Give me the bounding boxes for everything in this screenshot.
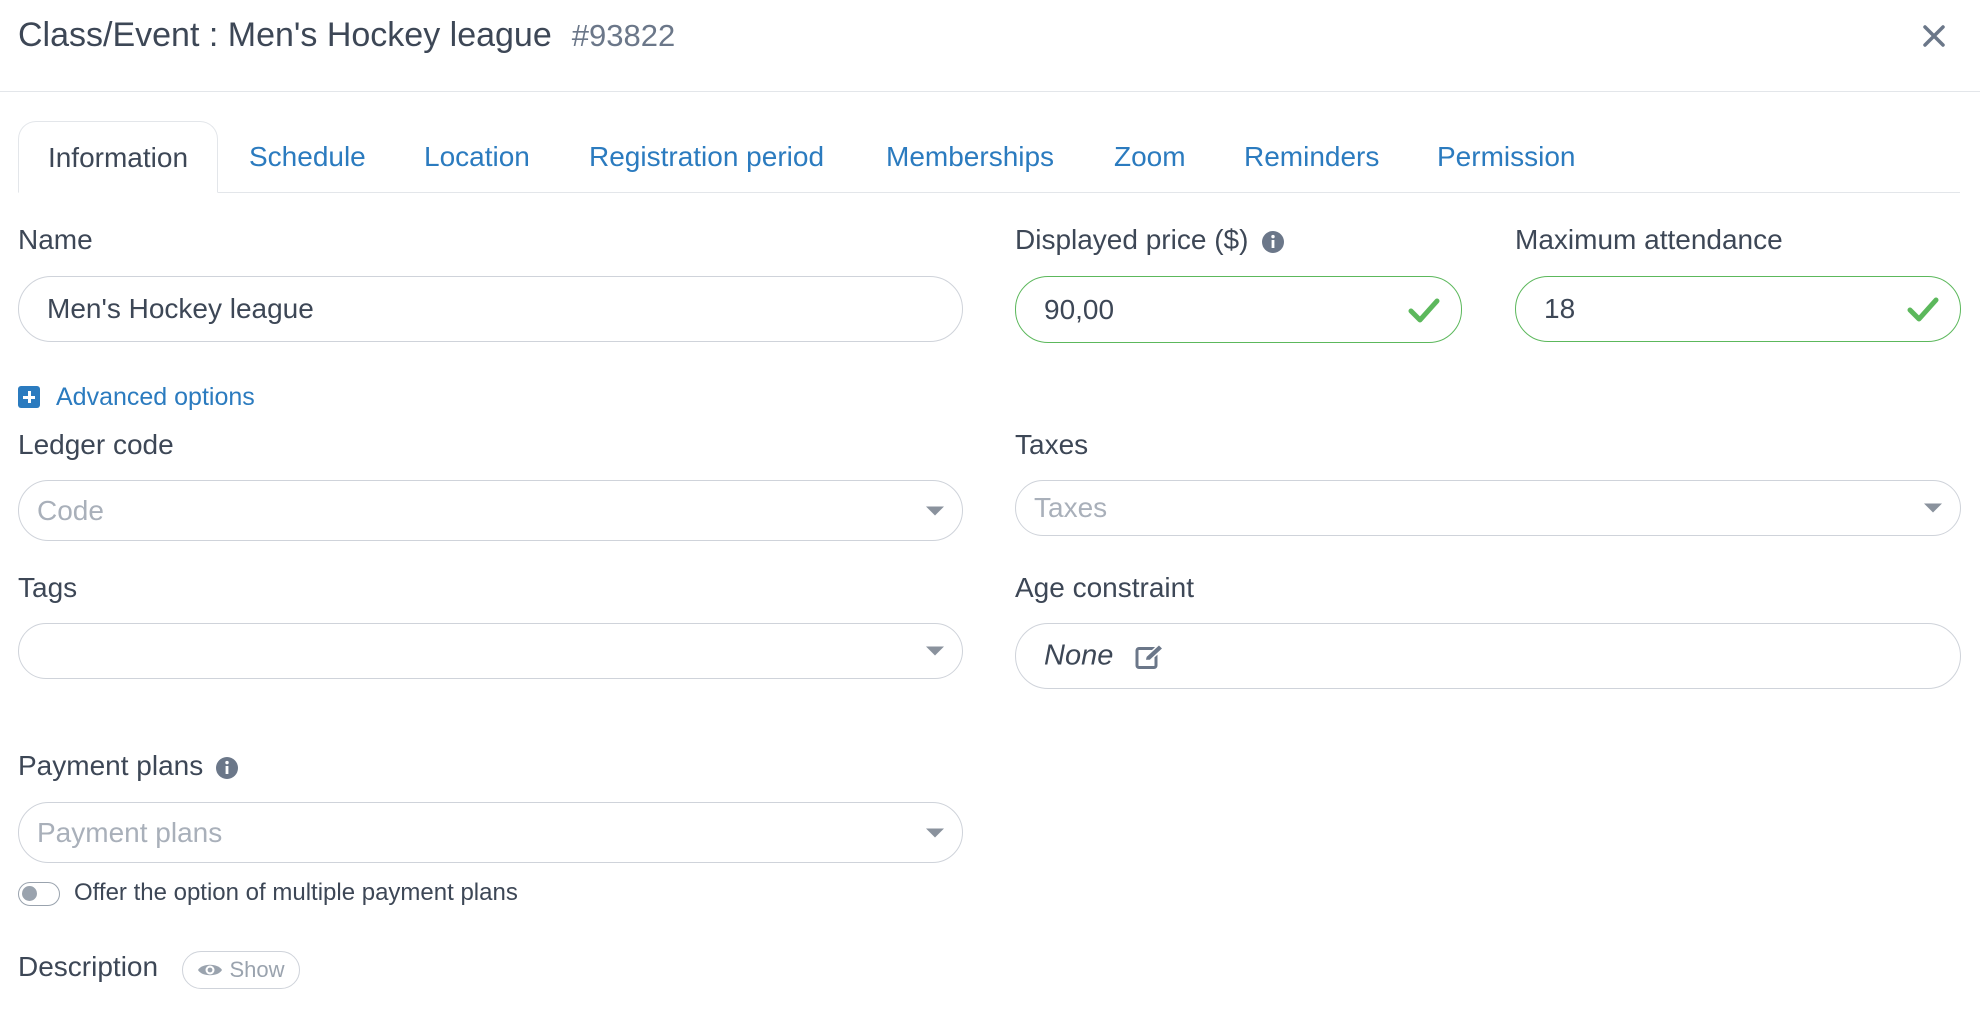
eye-icon [198, 964, 223, 976]
info-icon[interactable] [1261, 230, 1285, 254]
tags-label: Tags [18, 572, 78, 603]
plus-square-icon [18, 386, 40, 408]
ledger-code-label: Ledger code [18, 429, 174, 460]
check-icon [1408, 298, 1440, 322]
edit-icon[interactable] [1135, 642, 1165, 670]
toggle-knob [22, 886, 37, 901]
modal-header: Class/Event : Men's Hockey league #93822 [0, 0, 1980, 92]
tab-bar: Information Schedule Location Registrati… [18, 121, 1960, 193]
name-label: Name [18, 224, 93, 255]
price-input[interactable]: 90,00 [1015, 276, 1462, 343]
payment-plans-label: Payment plans [18, 750, 204, 781]
tab-registration-period[interactable]: Registration period [589, 121, 824, 193]
record-id: #93822 [571, 18, 676, 53]
age-constraint-label: Age constraint [1015, 572, 1194, 603]
close-button[interactable] [1914, 16, 1954, 56]
max-attendance-input[interactable]: 18 [1515, 276, 1961, 342]
tab-zoom[interactable]: Zoom [1114, 121, 1186, 193]
name-value: Men's Hockey league [47, 293, 314, 324]
payment-plans-placeholder: Payment plans [37, 816, 223, 848]
advanced-options-toggle[interactable]: Advanced options [18, 382, 255, 412]
age-constraint-value-wrap: None [1044, 640, 1165, 673]
modal-title-text: Class/Event : Men's Hockey league [18, 16, 552, 54]
chevron-down-icon [926, 828, 944, 837]
price-label: Displayed price ($) [1015, 224, 1249, 255]
close-icon [1923, 25, 1945, 47]
tab-reminders[interactable]: Reminders [1244, 121, 1379, 193]
chevron-down-icon [926, 506, 944, 515]
age-constraint-field[interactable]: None [1015, 623, 1961, 689]
max-attendance-label: Maximum attendance [1515, 224, 1783, 255]
check-icon [1907, 297, 1939, 322]
age-constraint-value: None [1044, 639, 1114, 672]
tab-information[interactable]: Information [18, 121, 218, 193]
modal-title: Class/Event : Men's Hockey league #93822 [18, 16, 675, 55]
info-icon[interactable] [215, 756, 239, 780]
tags-select[interactable] [18, 623, 963, 679]
price-value: 90,00 [1044, 293, 1115, 325]
description-label: Description [18, 951, 159, 982]
ledger-code-placeholder: Code [37, 494, 104, 526]
multiple-payment-plans-toggle[interactable] [18, 882, 60, 906]
taxes-select[interactable]: Taxes [1015, 480, 1961, 536]
tab-schedule[interactable]: Schedule [249, 121, 366, 193]
taxes-label: Taxes [1015, 429, 1089, 460]
show-label: Show [229, 957, 285, 982]
ledger-code-select[interactable]: Code [18, 480, 963, 541]
payment-plans-select[interactable]: Payment plans [18, 802, 963, 863]
multiple-payment-plans-label: Offer the option of multiple payment pla… [74, 879, 518, 906]
chevron-down-icon [926, 646, 944, 656]
tab-location[interactable]: Location [424, 121, 530, 193]
max-attendance-value: 18 [1544, 293, 1576, 324]
taxes-placeholder: Taxes [1034, 492, 1108, 523]
advanced-options-label: Advanced options [56, 382, 255, 411]
tab-memberships[interactable]: Memberships [886, 121, 1054, 193]
tab-permission[interactable]: Permission [1437, 121, 1575, 193]
name-input[interactable]: Men's Hockey league [18, 276, 963, 342]
show-description-button[interactable]: Show [182, 951, 300, 989]
chevron-down-icon [1924, 503, 1942, 513]
